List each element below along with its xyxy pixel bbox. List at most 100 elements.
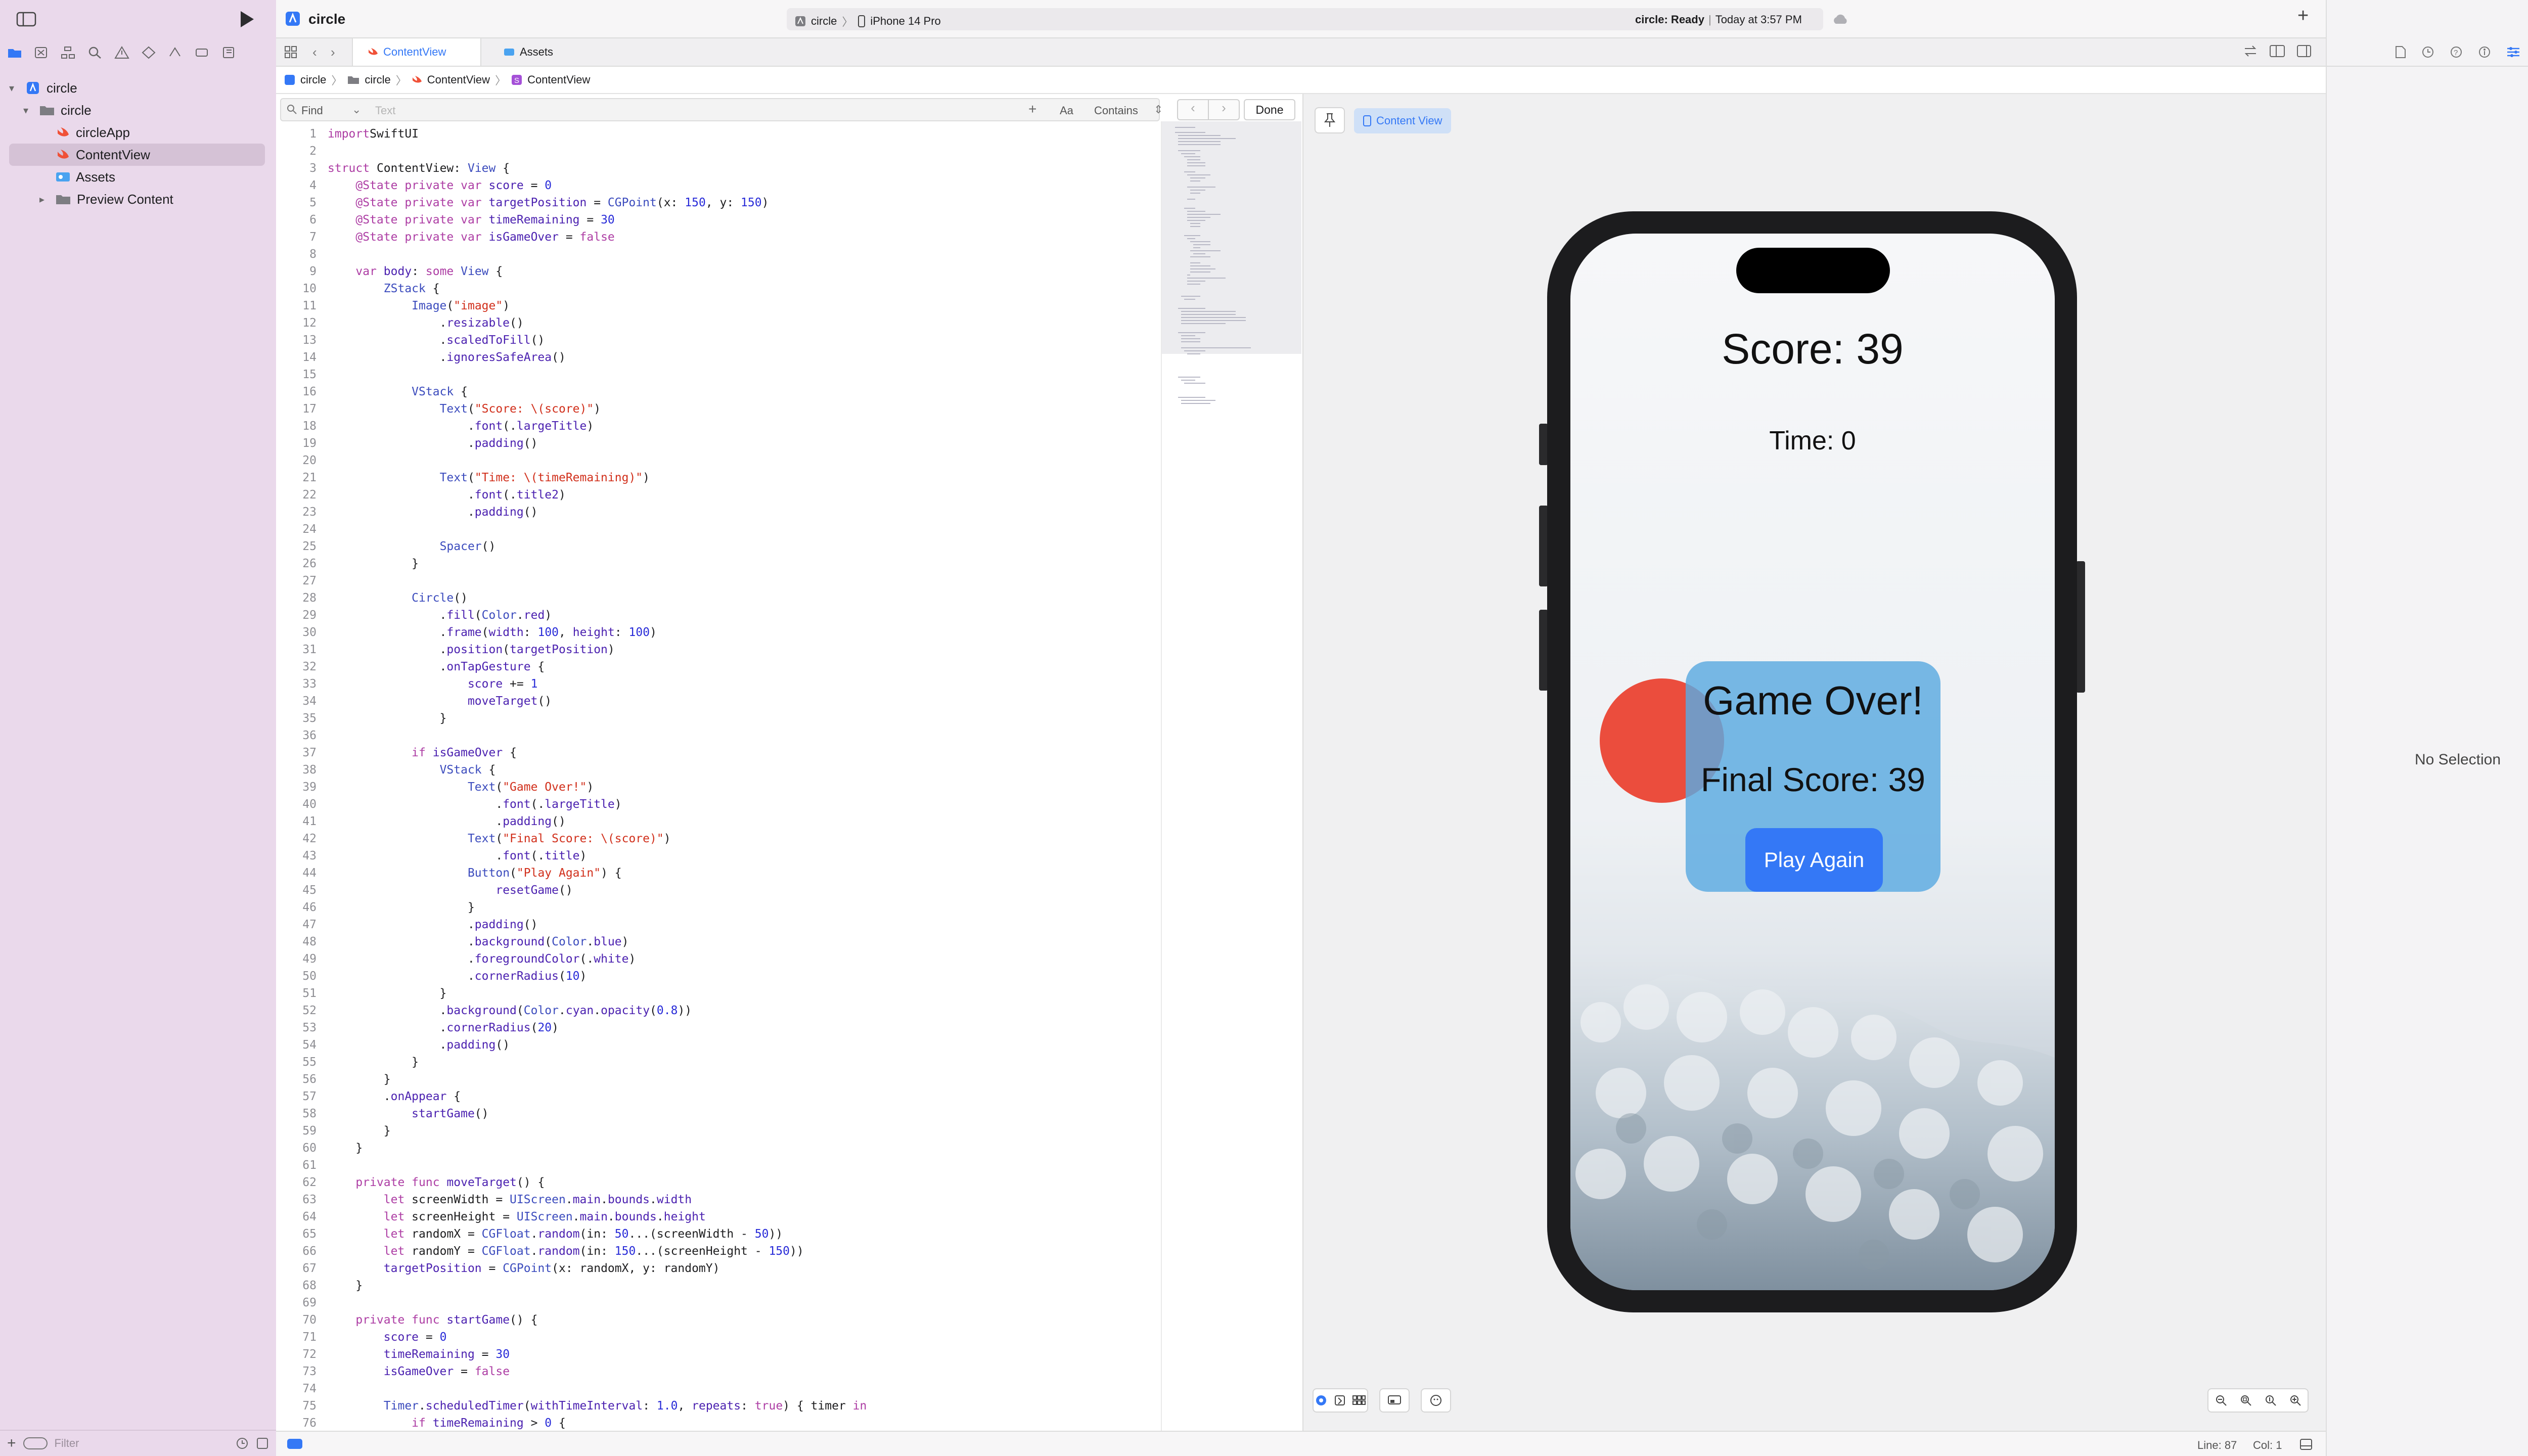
code-line[interactable]: .padding() xyxy=(328,437,538,450)
selectable-mode-icon[interactable] xyxy=(1334,1395,1345,1406)
recent-files-icon[interactable] xyxy=(236,1437,249,1450)
find-mode-selector[interactable]: Find xyxy=(301,104,323,117)
code-line[interactable]: Spacer() xyxy=(328,540,496,553)
test-icon[interactable] xyxy=(141,46,156,59)
code-line[interactable]: .onTapGesture { xyxy=(328,660,545,673)
code-line[interactable]: score = 0 xyxy=(328,1331,447,1344)
minimap[interactable] xyxy=(1161,121,1301,1431)
code-line[interactable]: .position(targetPosition) xyxy=(328,643,615,656)
hierarchy-icon[interactable] xyxy=(61,46,76,59)
tree-item-assets[interactable]: Assets xyxy=(55,166,257,188)
file-inspector-icon[interactable] xyxy=(2395,46,2406,59)
previous-match-button[interactable]: ‹ xyxy=(1178,100,1209,119)
variants-icon[interactable] xyxy=(1352,1395,1366,1406)
iphone-screen[interactable]: Score: 39 Time: 0 Game Over! Final Score… xyxy=(1570,234,2055,1290)
zoom-out-icon[interactable] xyxy=(2215,1394,2227,1406)
code-line[interactable]: private func startGame() { xyxy=(328,1313,537,1327)
tree-item-contentview[interactable]: ContentView xyxy=(55,144,257,166)
add-icon[interactable]: + xyxy=(7,1435,16,1452)
match-case-button[interactable]: Aa xyxy=(1060,104,1073,117)
code-line[interactable]: .onAppear { xyxy=(328,1090,461,1103)
code-line[interactable]: let screenHeight = UIScreen.main.bounds.… xyxy=(328,1210,706,1223)
report-icon[interactable] xyxy=(221,46,237,59)
tree-item-project[interactable]: ▾ circle xyxy=(9,77,262,99)
pin-preview-button[interactable] xyxy=(1315,107,1345,133)
panel-toggle-icon[interactable] xyxy=(2298,1437,2314,1452)
disclosure-open-icon[interactable]: ▾ xyxy=(23,104,38,117)
code-line[interactable]: .background(Color.blue) xyxy=(328,935,629,948)
code-line[interactable]: .fill(Color.red) xyxy=(328,609,552,622)
tab-contentview[interactable]: ContentView xyxy=(352,38,481,66)
swap-icon[interactable] xyxy=(2243,43,2258,59)
add-library-button[interactable]: + xyxy=(2297,5,2309,27)
code-line[interactable]: .font(.title2) xyxy=(328,488,566,502)
code-line[interactable]: .font(.title) xyxy=(328,849,586,862)
color-scheme-icon[interactable] xyxy=(1421,1388,1451,1413)
warning-icon[interactable] xyxy=(114,46,129,59)
breakpoint-icon[interactable] xyxy=(195,46,210,59)
code-line[interactable]: startGame() xyxy=(328,1107,488,1120)
code-line[interactable]: isGameOver = false xyxy=(328,1365,510,1378)
code-line[interactable]: let randomX = CGFloat.random(in: 50...(s… xyxy=(328,1227,783,1241)
done-button[interactable]: Done xyxy=(1244,99,1295,120)
preview-chip[interactable]: Content View xyxy=(1354,108,1452,133)
breadcrumb-item[interactable]: circle xyxy=(365,73,390,86)
code-line[interactable]: .cornerRadius(20) xyxy=(328,1021,559,1034)
next-match-button[interactable]: › xyxy=(1209,100,1239,119)
add-pattern-button[interactable]: + xyxy=(1028,101,1036,117)
code-line[interactable]: moveTarget() xyxy=(328,695,552,708)
tree-item-preview-content[interactable]: ▸ Preview Content xyxy=(39,188,257,210)
code-line[interactable]: .ignoresSafeArea() xyxy=(328,351,566,364)
sidebar-toggle-icon[interactable] xyxy=(15,10,37,28)
code-line[interactable]: } xyxy=(328,557,419,570)
code-line[interactable]: let randomY = CGFloat.random(in: 150...(… xyxy=(328,1245,804,1258)
code-line[interactable]: var body: some View { xyxy=(328,265,503,278)
code-line[interactable]: .padding() xyxy=(328,506,538,519)
code-line[interactable]: @State private var timeRemaining = 30 xyxy=(328,213,614,226)
code-line[interactable]: } xyxy=(328,1056,419,1069)
code-line[interactable]: if isGameOver { xyxy=(328,746,517,759)
code-line[interactable]: Text("Time: \(timeRemaining)") xyxy=(328,471,650,484)
debug-icon[interactable] xyxy=(168,46,183,59)
code-line[interactable]: .padding() xyxy=(328,918,538,931)
code-line[interactable]: VStack { xyxy=(328,385,468,398)
search-icon[interactable] xyxy=(87,46,103,59)
code-line[interactable]: private func moveTarget() { xyxy=(328,1176,545,1189)
code-line[interactable]: importSwiftUI xyxy=(328,127,419,141)
tab-assets[interactable]: Assets xyxy=(488,38,579,66)
folder-icon[interactable] xyxy=(7,47,22,59)
code-line[interactable]: score += 1 xyxy=(328,677,538,691)
breadcrumb-item[interactable]: ContentView xyxy=(527,73,590,86)
forward-button[interactable]: › xyxy=(331,44,335,60)
code-line[interactable]: } xyxy=(328,987,447,1000)
match-style-selector[interactable]: Contains xyxy=(1094,104,1138,117)
code-line[interactable]: .background(Color.cyan.opacity(0.8)) xyxy=(328,1004,692,1017)
code-line[interactable]: } xyxy=(328,1142,363,1155)
code-line[interactable]: struct ContentView: View { xyxy=(328,162,510,175)
device-settings-icon[interactable] xyxy=(1379,1388,1410,1413)
help-inspector-icon[interactable]: ? xyxy=(2450,46,2463,59)
code-line[interactable]: timeRemaining = 30 xyxy=(328,1348,510,1361)
code-line[interactable]: } xyxy=(328,1279,363,1292)
code-line[interactable]: ZStack { xyxy=(328,282,440,295)
code-line[interactable]: } xyxy=(328,1073,391,1086)
code-line[interactable]: .font(.largeTitle) xyxy=(328,420,594,433)
code-line[interactable]: let screenWidth = UIScreen.main.bounds.w… xyxy=(328,1193,692,1206)
scheme-selector[interactable]: circle 〉 iPhone 14 Pro xyxy=(795,13,941,29)
related-items-icon[interactable] xyxy=(283,44,298,60)
zoom-in-icon[interactable] xyxy=(2289,1394,2301,1406)
code-line[interactable]: .cornerRadius(10) xyxy=(328,970,586,983)
code-line[interactable]: .padding() xyxy=(328,1038,510,1052)
zoom-actual-icon[interactable] xyxy=(2265,1394,2277,1406)
code-line[interactable]: @State private var score = 0 xyxy=(328,179,552,192)
back-button[interactable]: ‹ xyxy=(312,44,317,60)
code-line[interactable]: Circle() xyxy=(328,592,468,605)
code-line[interactable]: .frame(width: 100, height: 100) xyxy=(328,626,657,639)
code-line[interactable]: } xyxy=(328,1124,391,1138)
disclosure-open-icon[interactable]: ▾ xyxy=(9,82,24,95)
code-line[interactable]: if timeRemaining > 0 { xyxy=(328,1417,566,1430)
code-line[interactable]: .padding() xyxy=(328,815,566,828)
run-destination[interactable]: iPhone 14 Pro xyxy=(870,15,940,28)
attributes-inspector-icon[interactable] xyxy=(2506,46,2520,59)
disclosure-closed-icon[interactable]: ▸ xyxy=(39,193,55,206)
